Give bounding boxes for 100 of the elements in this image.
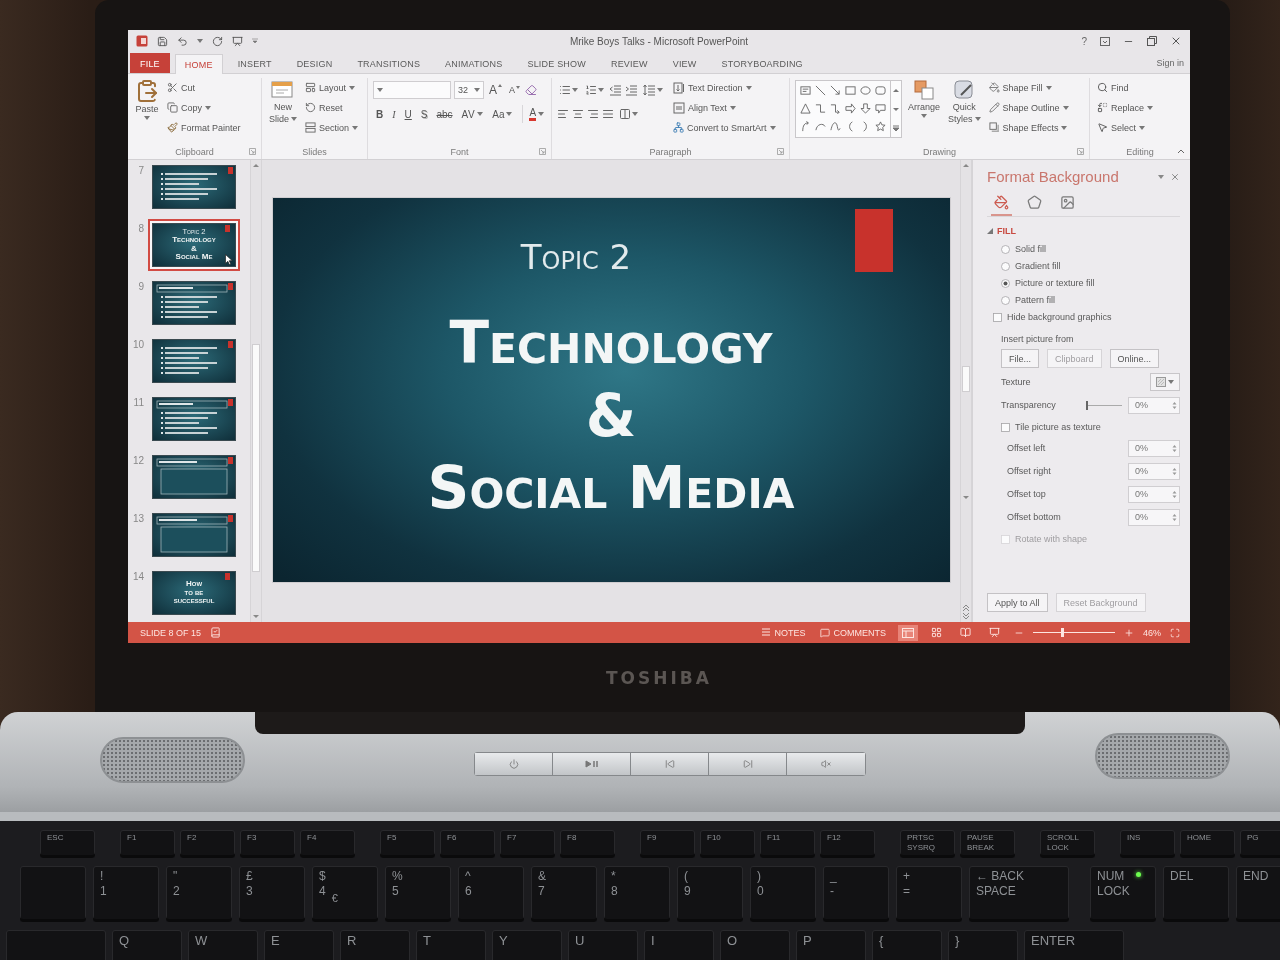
increase-indent-icon[interactable] <box>625 84 638 96</box>
keyboard-key[interactable]: F9 <box>640 830 695 858</box>
layout-button[interactable]: Layout <box>303 78 361 97</box>
spinner-icon[interactable] <box>1172 512 1177 522</box>
fit-to-window-icon[interactable] <box>1170 627 1180 638</box>
keyboard-key[interactable]: I <box>644 930 714 960</box>
font-name-field[interactable] <box>373 81 451 99</box>
paste-button[interactable]: Paste <box>133 78 161 144</box>
scroll-thumb[interactable] <box>252 344 260 572</box>
justify-icon[interactable] <box>602 108 614 120</box>
media-button[interactable] <box>475 753 553 775</box>
previous-slide-icon[interactable] <box>962 604 970 612</box>
font-size-field[interactable]: 32 <box>454 81 484 99</box>
slide-thumbnail[interactable] <box>152 513 236 557</box>
slide-thumbnail[interactable] <box>152 339 236 383</box>
align-center-icon[interactable] <box>572 108 584 120</box>
percent-field[interactable]: 0% <box>1128 485 1180 503</box>
scroll-down-icon[interactable] <box>962 495 970 501</box>
keyboard-key[interactable]: Q <box>112 930 182 960</box>
keyboard-key[interactable]: } <box>948 930 1018 960</box>
star-icon[interactable] <box>875 120 886 132</box>
find-button[interactable]: Find <box>1095 78 1156 97</box>
keyboard-key[interactable]: Y <box>492 930 562 960</box>
text-box-icon[interactable] <box>800 84 811 96</box>
eraser-icon[interactable] <box>525 84 538 96</box>
zoom-thumb[interactable] <box>1060 628 1064 637</box>
keyboard-key[interactable]: F7 <box>500 830 555 858</box>
keyboard-key[interactable]: ! 1 <box>93 866 159 922</box>
italic-button[interactable]: I <box>389 105 399 123</box>
text-direction-button[interactable]: Text Direction <box>671 78 778 97</box>
keyboard-key[interactable]: F12 <box>820 830 875 858</box>
proofing-icon[interactable] <box>210 627 222 638</box>
pane-action-button[interactable]: Apply to All <box>987 593 1048 612</box>
help-button[interactable]: ? <box>1081 35 1087 47</box>
right-arrow-icon[interactable] <box>845 102 856 114</box>
copy-button[interactable]: Copy <box>165 98 243 117</box>
keyboard-key[interactable]: F2 <box>180 830 235 858</box>
presentation-icon[interactable] <box>232 35 243 47</box>
keyboard-key[interactable]: F8 <box>560 830 615 858</box>
triangle-icon[interactable] <box>800 102 811 114</box>
keyboard-key[interactable]: F11 <box>760 830 815 858</box>
tile-option[interactable]: Tile picture as texture <box>1001 420 1101 434</box>
fill-option[interactable]: Gradient fill <box>1001 259 1061 273</box>
text-shadow-button[interactable]: S <box>417 105 431 123</box>
notes-button[interactable]: NOTES <box>758 624 809 641</box>
ribbon-tab[interactable]: VIEW <box>662 53 707 73</box>
dialog-launcher-icon[interactable] <box>1077 148 1084 155</box>
undo-icon[interactable] <box>177 35 188 47</box>
format-painter-button[interactable]: Format Painter <box>165 118 243 137</box>
keyboard-key[interactable]: PRTSC SYSRQ <box>900 830 955 858</box>
spinner-icon[interactable] <box>1172 400 1177 410</box>
hide-graphics-option[interactable]: Hide background graphics <box>993 310 1112 324</box>
ribbon-tab[interactable]: SLIDE SHOW <box>517 53 596 73</box>
keyboard-key[interactable]: ← BACK SPACE <box>969 866 1069 922</box>
shape-effects-button[interactable]: Shape Effects <box>986 118 1071 137</box>
keyboard-key[interactable]: F5 <box>380 830 435 858</box>
file-tab[interactable]: FILE <box>130 53 170 73</box>
oval-icon[interactable] <box>860 84 871 96</box>
collapse-ribbon-icon[interactable] <box>1177 149 1185 154</box>
ribbon-tab[interactable]: INSERT <box>227 53 282 73</box>
slide-thumbnail[interactable] <box>152 455 236 499</box>
keyboard-key[interactable]: " 2 <box>166 866 232 922</box>
align-right-icon[interactable] <box>587 108 599 120</box>
down-arrow-icon[interactable] <box>860 102 871 114</box>
percent-field[interactable]: 0% <box>1128 462 1180 480</box>
reset-button[interactable]: Reset <box>303 98 361 117</box>
spinner-icon[interactable] <box>1172 489 1177 499</box>
zoom-in-icon[interactable] <box>1124 627 1134 638</box>
keyboard-key[interactable]: W <box>188 930 258 960</box>
keyboard-key[interactable]: DEL <box>1163 866 1229 922</box>
arrange-button[interactable]: Arrange <box>906 78 943 144</box>
scroll-up-icon[interactable] <box>962 162 970 168</box>
rounded-rectangle-icon[interactable] <box>875 84 886 96</box>
ribbon-tab[interactable]: DESIGN <box>286 53 343 73</box>
keyboard-key[interactable]: F6 <box>440 830 495 858</box>
keyboard-key[interactable]: £ 3 <box>239 866 305 922</box>
keyboard-key[interactable]: F3 <box>240 830 295 858</box>
percent-field[interactable]: 0% <box>1128 396 1180 414</box>
insert-source-button[interactable]: Online... <box>1109 349 1160 368</box>
new-slide-button[interactable]: New Slide <box>267 78 299 144</box>
character-spacing-button[interactable]: AV <box>458 105 487 123</box>
media-button[interactable] <box>631 753 709 775</box>
spinner-icon[interactable] <box>1172 443 1177 453</box>
fill-option[interactable]: Solid fill <box>1001 242 1046 256</box>
align-left-icon[interactable] <box>557 108 569 120</box>
keyboard-key[interactable]: $ 4 € <box>312 866 378 922</box>
view-button[interactable] <box>898 624 918 641</box>
customize-toolbar-icon[interactable] <box>252 38 258 44</box>
replace-button[interactable]: Replace <box>1095 98 1156 117</box>
curve-icon[interactable] <box>830 120 841 132</box>
font-color-button[interactable]: A <box>522 105 548 123</box>
slide-thumbnail[interactable]: How to be successful <box>152 571 236 615</box>
keyboard-key[interactable]: ) 0 <box>750 866 816 922</box>
slide-thumbnail[interactable] <box>152 281 236 325</box>
next-slide-icon[interactable] <box>962 612 970 620</box>
ribbon-tab[interactable]: ANIMATIONS <box>435 53 513 73</box>
dialog-launcher-icon[interactable] <box>539 148 546 155</box>
keyboard-key[interactable]: & 7 <box>531 866 597 922</box>
quick-styles-button[interactable]: Quick Styles <box>946 78 983 144</box>
restore-icon[interactable] <box>1147 36 1157 46</box>
